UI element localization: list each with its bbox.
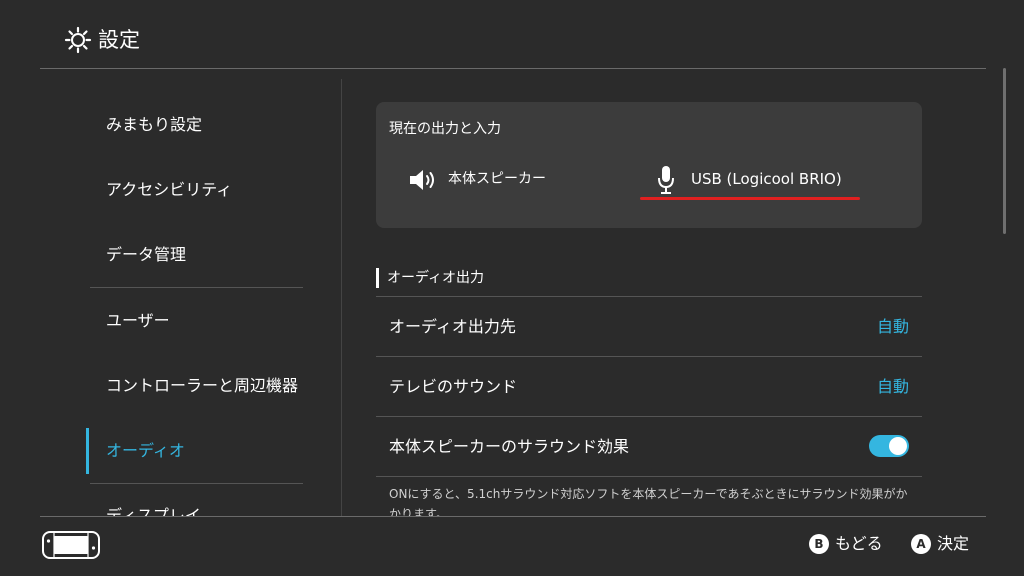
sidebar-active-indicator [86, 428, 89, 474]
header: 設定 [0, 0, 1024, 68]
surround-note: ONにすると、5.1chサラウンド対応ソフトを本体スピーカーであそぶときにサラウ… [389, 487, 908, 516]
microphone-icon [658, 166, 674, 194]
back-label: もどる [835, 534, 883, 553]
scrollbar-thumb[interactable] [1003, 68, 1006, 234]
output-device-label: 本体スピーカー [448, 171, 546, 187]
row-divider [376, 356, 922, 357]
back-button[interactable]: B もどる [809, 533, 883, 555]
confirm-button[interactable]: A 決定 [911, 533, 969, 555]
io-card-title: 現在の出力と入力 [389, 121, 501, 137]
main-content: 現在の出力と入力 本体スピーカー USB (Logicool BRIO) オーデ… [342, 69, 982, 516]
surround-effect-row[interactable]: 本体スピーカーのサラウンド効果 [376, 416, 922, 476]
row-divider [376, 296, 922, 297]
sidebar-item-display[interactable]: ディスプレイ [106, 504, 201, 516]
row-end [376, 476, 922, 477]
page-title: 設定 [98, 28, 140, 52]
row-divider [376, 476, 922, 477]
section-title-audio-output: オーディオ出力 [387, 270, 485, 286]
sidebar-divider [90, 287, 303, 288]
footer-divider [40, 516, 986, 517]
sidebar-item-users[interactable]: ユーザー [106, 309, 170, 333]
row-label: 本体スピーカーのサラウンド効果 [389, 437, 630, 456]
row-value: 自動 [876, 317, 909, 336]
input-highlight-underline [640, 197, 860, 200]
tv-sound-row[interactable]: テレビのサウンド 自動 [376, 356, 922, 416]
row-label: オーディオ出力先 [389, 317, 516, 336]
sidebar: みまもり設定 アクセシビリティ データ管理 ユーザー コントローラーと周辺機器 … [0, 69, 342, 516]
sidebar-divider [90, 483, 303, 484]
toggle-knob [889, 437, 907, 455]
input-device-label: USB (Logicool BRIO) [691, 170, 842, 188]
section-marker [376, 268, 379, 288]
gear-icon [64, 26, 92, 54]
row-value: 自動 [876, 377, 909, 396]
audio-output-destination-row[interactable]: オーディオ出力先 自動 [376, 296, 922, 356]
switch-console-icon [42, 531, 100, 559]
sidebar-item-data-management[interactable]: データ管理 [106, 243, 186, 267]
current-io-card: 現在の出力と入力 本体スピーカー USB (Logicool BRIO) [376, 102, 922, 228]
row-divider [376, 416, 922, 417]
sidebar-item-audio[interactable]: オーディオ [106, 439, 185, 463]
sidebar-item-parental-controls[interactable]: みまもり設定 [106, 113, 202, 137]
sidebar-item-controllers[interactable]: コントローラーと周辺機器 [106, 374, 298, 398]
sidebar-item-accessibility[interactable]: アクセシビリティ [106, 178, 232, 202]
a-button-icon: A [911, 534, 931, 554]
b-button-icon: B [809, 534, 829, 554]
speaker-icon [410, 170, 434, 190]
row-label: テレビのサウンド [389, 377, 518, 396]
confirm-label: 決定 [937, 534, 970, 553]
surround-toggle[interactable] [869, 435, 909, 457]
